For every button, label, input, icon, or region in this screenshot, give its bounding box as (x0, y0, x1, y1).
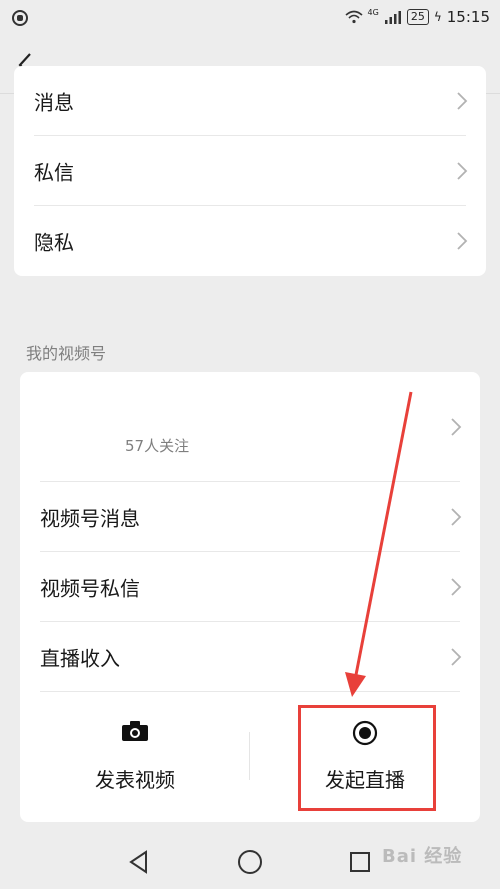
highlight-box (298, 705, 436, 811)
chevron-right-icon (451, 578, 462, 596)
chevron-right-icon (451, 418, 462, 436)
network-type: 4G (367, 7, 379, 17)
watermark-logo: Bai 经验 (382, 846, 463, 867)
chevron-right-icon (457, 162, 468, 180)
list-item-channel-private-messages[interactable]: 视频号私信 (20, 552, 480, 622)
settings-card: 消息 私信 隐私 (14, 66, 486, 276)
nav-home-icon[interactable] (238, 850, 262, 874)
list-item-label: 私信 (34, 160, 74, 185)
chevron-right-icon (451, 648, 462, 666)
list-item-label: 直播收入 (40, 646, 120, 671)
list-item-label: 消息 (34, 90, 74, 115)
notification-icon (12, 10, 28, 26)
post-video-label: 发表视频 (95, 768, 175, 792)
status-indicators: 4G 25 ϟ 15:15 (345, 8, 490, 26)
list-item-live-income[interactable]: 直播收入 (20, 622, 480, 692)
list-item-label: 视频号消息 (40, 506, 140, 531)
battery-icon: 25 (406, 9, 429, 25)
chevron-right-icon (451, 508, 462, 526)
list-item-channel-messages[interactable]: 视频号消息 (20, 482, 480, 552)
list-item-label: 视频号私信 (40, 576, 140, 601)
charging-icon: ϟ (433, 10, 442, 24)
followers-count: 57人关注 (125, 437, 190, 455)
clock: 15:15 (446, 8, 490, 26)
nav-recents-icon[interactable] (350, 852, 370, 872)
section-title: 我的视频号 (26, 344, 107, 363)
list-item-privacy[interactable]: 隐私 (14, 206, 486, 276)
nav-back-icon[interactable] (128, 850, 150, 874)
list-item-messages[interactable]: 消息 (14, 66, 486, 136)
list-item-label: 隐私 (34, 230, 74, 255)
wifi-icon (345, 10, 363, 24)
chevron-right-icon (457, 92, 468, 110)
status-bar: 4G 25 ϟ 15:15 (0, 0, 500, 36)
list-item-private-messages[interactable]: 私信 (14, 136, 486, 206)
signal-icon (384, 11, 401, 24)
camera-icon (122, 721, 148, 741)
post-video-button[interactable]: 发表视频 (20, 692, 250, 822)
chevron-right-icon (457, 232, 468, 250)
channel-profile-row[interactable]: 57人关注 (20, 372, 480, 482)
